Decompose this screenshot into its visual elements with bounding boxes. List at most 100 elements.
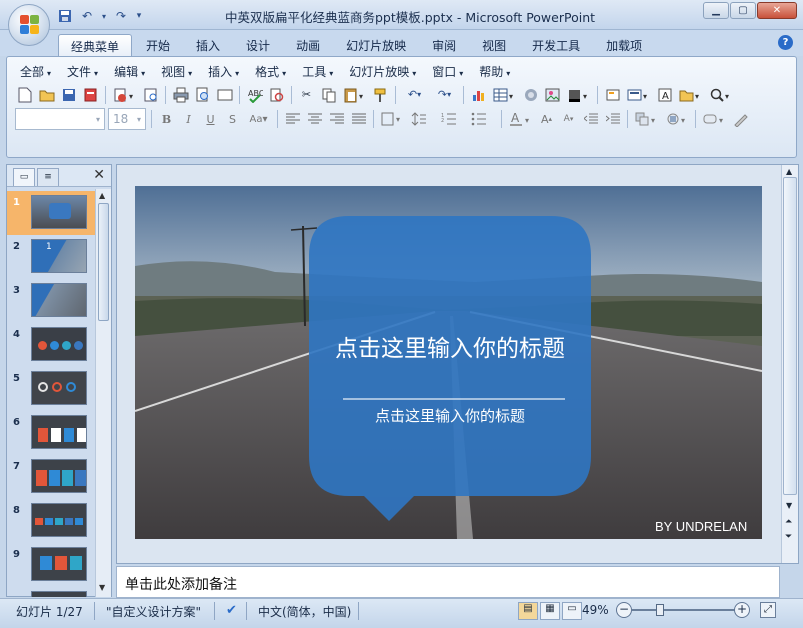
undo-dropdown-icon[interactable]: ↶ ▾ [401, 85, 428, 104]
help-icon[interactable]: ? [778, 35, 793, 50]
font-name-combo[interactable]: ▾ [15, 108, 105, 130]
open-folder-icon[interactable] [37, 85, 56, 104]
shrink-font-icon[interactable]: A ▾ [559, 110, 578, 129]
language-indicator[interactable]: 中文(简体，中国) [258, 603, 351, 620]
slide-thumbnail[interactable]: 7 [7, 455, 95, 499]
zoom-out-button[interactable]: − [616, 602, 632, 618]
slide-thumbnail[interactable]: 2 1 [7, 235, 95, 279]
save-icon[interactable] [56, 7, 74, 25]
grow-font-icon[interactable]: A ▴ [537, 110, 556, 129]
insert-picture-icon[interactable] [543, 85, 562, 104]
align-center-icon[interactable] [305, 110, 324, 129]
tab-classic-menu[interactable]: 经典菜单 [58, 34, 133, 58]
scroll-up-icon[interactable]: ▲ [786, 167, 792, 176]
underline-icon[interactable]: U [201, 110, 220, 129]
slide-thumbnail[interactable]: 5 [7, 367, 95, 411]
bold-icon[interactable]: B [157, 110, 176, 129]
fit-to-window-icon[interactable]: ⤢ [760, 602, 776, 618]
slide-view-icon[interactable] [215, 85, 234, 104]
editor-scrollbar[interactable]: ▲ ▼ ⏶ ⏷ [781, 165, 798, 563]
previous-slide-icon[interactable]: ⏶ [785, 517, 792, 527]
paste-dropdown-icon[interactable]: ▾ [341, 85, 368, 104]
scroll-thumb[interactable] [98, 203, 109, 321]
text-direction-icon[interactable]: ▾ [379, 110, 406, 129]
permission-icon[interactable] [81, 85, 100, 104]
scroll-down-icon[interactable]: ▼ [786, 501, 792, 510]
new-slide-icon[interactable] [603, 85, 622, 104]
slide-title[interactable]: 点击这里输入你的标题 [309, 329, 591, 363]
slide-thumbnail[interactable]: 1 [7, 191, 95, 235]
find-dropdown-icon[interactable]: ▾ [707, 85, 734, 104]
text-box-icon[interactable]: A [655, 85, 674, 104]
theme-name[interactable]: "自定义设计方案" [106, 603, 201, 620]
print-preview-icon[interactable] [193, 85, 212, 104]
research-icon[interactable] [267, 85, 286, 104]
slide-thumbnail[interactable]: 6 [7, 411, 95, 455]
slide-thumbnail[interactable]: 4 [7, 323, 95, 367]
new-document-icon[interactable] [15, 85, 34, 104]
tab-home[interactable]: 开始 [134, 34, 182, 58]
notes-pane[interactable]: 单击此处添加备注 [116, 566, 780, 598]
font-color-icon[interactable]: A ▾ [507, 110, 534, 129]
slide-credit[interactable]: BY UNDRELAN [655, 519, 747, 534]
bullets-icon[interactable] [469, 110, 496, 129]
change-case-icon[interactable]: Aa▾ [245, 110, 272, 129]
attach-icon[interactable] [141, 85, 160, 104]
close-button[interactable]: ✕ [757, 2, 797, 19]
menu-window[interactable]: 窗口 ▾ [427, 61, 468, 82]
copy-icon[interactable] [319, 85, 338, 104]
customize-toolbar-icon[interactable]: ▾ [134, 7, 144, 25]
menu-file[interactable]: 文件 ▾ [62, 61, 103, 82]
print-icon[interactable] [171, 85, 190, 104]
spell-check-icon[interactable]: ✔ [226, 603, 237, 618]
slide-canvas[interactable]: 点击这里输入你的标题 点击这里输入你的标题 BY UNDRELAN [135, 186, 762, 539]
insert-table-icon[interactable]: ▾ [491, 85, 518, 104]
slide-subtitle[interactable]: 点击这里输入你的标题 [309, 405, 591, 426]
maximize-button[interactable]: ▢ [730, 2, 756, 19]
minimize-button[interactable]: ▁ [703, 2, 729, 19]
tab-animations[interactable]: 动画 [284, 34, 332, 58]
tab-design[interactable]: 设计 [234, 34, 282, 58]
italic-icon[interactable]: I [179, 110, 198, 129]
shapes-dropdown-icon[interactable]: ▾ [677, 85, 704, 104]
scroll-down-icon[interactable]: ▼ [99, 583, 105, 592]
export-dropdown-icon[interactable]: ▾ [111, 85, 138, 104]
layout-dropdown-icon[interactable]: ▾ [625, 85, 652, 104]
tab-developer[interactable]: 开发工具 [520, 34, 592, 58]
slides-tab[interactable]: ▭ [13, 168, 35, 186]
redo-icon[interactable]: ↷ [112, 7, 130, 25]
align-left-icon[interactable] [283, 110, 302, 129]
shape-outline-icon[interactable] [731, 110, 750, 129]
line-spacing-icon[interactable] [409, 110, 436, 129]
zoom-level[interactable]: 49% [582, 603, 609, 617]
tab-insert[interactable]: 插入 [184, 34, 232, 58]
tab-view[interactable]: 视图 [470, 34, 518, 58]
insert-chart-icon[interactable] [469, 85, 488, 104]
tab-add-ins[interactable]: 加载项 [594, 34, 654, 58]
slide-thumbnail[interactable]: 9 [7, 543, 95, 587]
shape-fill-dropdown-icon[interactable]: ▾ [701, 110, 728, 129]
scroll-up-icon[interactable]: ▲ [99, 191, 105, 200]
undo-icon[interactable]: ↶ [78, 7, 96, 25]
zoom-slider-track[interactable] [632, 609, 736, 611]
quick-styles-dropdown-icon[interactable]: ▾ [663, 110, 690, 129]
spelling-icon[interactable]: ABC [245, 85, 264, 104]
slide-thumbnail[interactable]: 3 [7, 279, 95, 323]
fill-color-icon[interactable]: ▾ [565, 85, 592, 104]
slide-thumbnail[interactable]: 8 [7, 499, 95, 543]
slide-show-icon[interactable]: ▭ [562, 602, 582, 620]
shadow-icon[interactable]: S [223, 110, 242, 129]
redo-dropdown-icon[interactable]: ↷ ▾ [431, 85, 458, 104]
zoom-slider-thumb[interactable] [656, 604, 664, 616]
zoom-in-button[interactable]: + [734, 602, 750, 618]
format-painter-icon[interactable] [371, 85, 390, 104]
outline-tab[interactable]: ≡ [37, 168, 59, 186]
increase-indent-icon[interactable] [603, 110, 622, 129]
save-icon[interactable] [59, 85, 78, 104]
normal-view-icon[interactable]: ▤ [518, 602, 538, 620]
title-callout-shape[interactable] [309, 216, 591, 536]
slide-thumbnail[interactable] [7, 587, 95, 597]
align-right-icon[interactable] [327, 110, 346, 129]
menu-insert[interactable]: 插入 ▾ [203, 61, 244, 82]
menu-edit[interactable]: 编辑 ▾ [109, 61, 150, 82]
